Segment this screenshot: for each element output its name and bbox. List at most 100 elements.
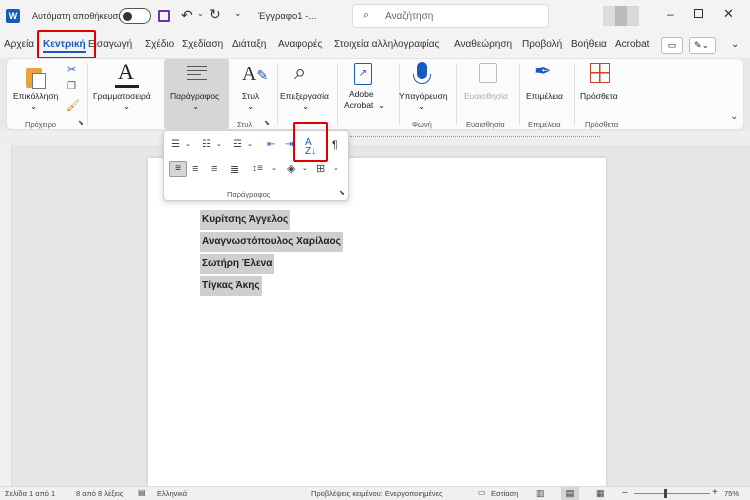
autosave-toggle[interactable]: [119, 8, 151, 24]
undo-dropdown-icon[interactable]: ⌄: [197, 9, 204, 18]
customize-qat-icon[interactable]: ⌄: [234, 8, 242, 19]
undo-icon[interactable]: ↶: [181, 7, 193, 24]
font-button[interactable]: Γραμματοσειρά: [93, 91, 151, 101]
magnifier-icon[interactable]: ⌕: [294, 59, 306, 85]
font-icon[interactable]: A: [115, 61, 137, 87]
borders-icon[interactable]: ⊞: [316, 162, 325, 175]
zoom-in-icon[interactable]: +: [712, 487, 718, 498]
bullets-dropdown-icon[interactable]: ⌄: [185, 140, 191, 148]
format-painter-icon[interactable]: 🖌: [66, 99, 80, 112]
clipboard-group-label: Πρόχειρο: [25, 120, 57, 129]
paste-button[interactable]: Επικόλληση: [13, 91, 58, 101]
decrease-indent-icon[interactable]: ⇤: [267, 139, 275, 150]
paragraph-launcher-icon[interactable]: ⬊: [339, 189, 345, 197]
justify-icon[interactable]: ≣: [230, 163, 239, 176]
editor-button[interactable]: Επιμέλεια: [526, 91, 563, 101]
tab-review[interactable]: Αναθεώρηση: [454, 39, 512, 50]
adobe-dropdown-icon[interactable]: ⌄: [378, 100, 385, 111]
shading-dropdown-icon[interactable]: ⌄: [302, 164, 308, 172]
dictate-dropdown-icon[interactable]: ⌄: [418, 101, 425, 112]
zoom-slider[interactable]: [634, 489, 710, 498]
editing-button[interactable]: Επεξεργασία: [280, 91, 329, 101]
page-count[interactable]: Σελίδα 1 από 1: [5, 489, 55, 498]
web-layout-icon[interactable]: ▦: [596, 488, 605, 499]
selected-line-1[interactable]: Κυρίτσης Άγγελος: [200, 210, 291, 230]
dictate-button[interactable]: Υπαγόρευση: [399, 91, 448, 101]
zoom-level[interactable]: 75%: [724, 489, 739, 498]
document-page[interactable]: [148, 158, 606, 498]
bullets-icon[interactable]: ☰: [171, 139, 180, 150]
language[interactable]: Ελληνικά: [157, 489, 187, 498]
adobe-acrobat-icon[interactable]: ↗: [354, 63, 372, 85]
align-center-icon[interactable]: ≡: [192, 163, 198, 175]
tab-references[interactable]: Αναφορές: [278, 39, 322, 50]
maximize-icon[interactable]: [694, 9, 703, 18]
multilevel-dropdown-icon[interactable]: ⌄: [247, 140, 253, 148]
tab-acrobat[interactable]: Acrobat: [615, 39, 649, 50]
tab-file[interactable]: Αρχεία: [4, 39, 34, 50]
minimize-icon[interactable]: –: [667, 7, 674, 21]
borders-dropdown-icon[interactable]: ⌄: [333, 164, 339, 172]
text-predictions[interactable]: Προβλέψεις κειμένου: Ενεργοποιημένες: [311, 489, 443, 498]
cut-icon[interactable]: ✂: [67, 63, 76, 76]
zoom-out-icon[interactable]: –: [622, 487, 628, 498]
word-count[interactable]: 8 από 8 λέξεις: [76, 489, 123, 498]
tab-mailings[interactable]: Στοιχεία αλληλογραφίας: [334, 39, 439, 50]
styles-dropdown-icon[interactable]: ⌄: [247, 101, 254, 112]
paragraph-dropdown-icon[interactable]: ⌄: [192, 101, 199, 112]
ribbon-expand-icon[interactable]: ⌄: [730, 111, 738, 122]
print-layout-button[interactable]: ▤: [561, 487, 579, 500]
adobe-button-line1[interactable]: Adobe: [349, 89, 374, 99]
read-mode-icon[interactable]: ▥: [536, 488, 545, 499]
paste-dropdown-icon[interactable]: ⌄: [30, 101, 37, 112]
editing-mode-button[interactable]: ✎⌄: [689, 37, 716, 54]
editing-dropdown-icon[interactable]: ⌄: [302, 101, 309, 112]
comments-button[interactable]: ▭: [661, 37, 683, 54]
align-left-button[interactable]: ≡: [169, 161, 187, 177]
font-dropdown-icon[interactable]: ⌄: [123, 101, 130, 112]
highlight-box-sort: [293, 122, 328, 162]
focus-icon[interactable]: ▭: [478, 488, 486, 497]
numbering-icon[interactable]: ☷: [202, 139, 211, 150]
line-spacing-dropdown-icon[interactable]: ⌄: [271, 164, 277, 172]
ribbon-collapse-icon[interactable]: ⌄: [731, 39, 739, 50]
editor-icon[interactable]: ✒: [534, 59, 552, 84]
multilevel-list-icon[interactable]: ☲: [233, 139, 242, 150]
tab-layout[interactable]: Διάταξη: [232, 39, 266, 50]
styles-button[interactable]: Στυλ: [242, 91, 259, 101]
adobe-button-line2[interactable]: Acrobat: [344, 100, 373, 110]
sensitivity-icon[interactable]: [479, 63, 497, 83]
selected-line-3[interactable]: Σωτήρη Έλενα: [200, 254, 275, 274]
save-icon[interactable]: [158, 10, 170, 22]
line-spacing-icon[interactable]: ↕≡: [252, 163, 263, 174]
show-formatting-icon[interactable]: ¶: [332, 139, 338, 151]
document-title[interactable]: Έγγραφο1 -...: [258, 11, 316, 22]
clipboard-launcher-icon[interactable]: ⬊: [78, 119, 84, 127]
tab-design[interactable]: Σχέδιο: [145, 39, 174, 50]
close-icon[interactable]: ✕: [723, 6, 734, 22]
align-right-icon[interactable]: ≡: [211, 163, 217, 175]
paragraph-button[interactable]: Παράγραφος: [170, 91, 219, 101]
addins-icon[interactable]: [590, 63, 610, 83]
separator: [574, 63, 575, 125]
tab-draw[interactable]: Σχεδίαση: [182, 39, 223, 50]
user-avatar[interactable]: [603, 6, 639, 26]
redo-icon[interactable]: ↻: [209, 6, 221, 23]
sensitivity-button[interactable]: Ευαισθησία: [464, 91, 508, 101]
selected-line-2[interactable]: Αναγνωστόπουλος Χαρίλαος: [200, 232, 343, 252]
focus-button[interactable]: Εστίαση: [491, 489, 518, 498]
word-logo-icon: W: [6, 9, 20, 23]
copy-icon[interactable]: ❐: [67, 81, 76, 92]
selected-line-4[interactable]: Τίγκας Άκης: [200, 276, 262, 296]
proofing-icon[interactable]: ▤: [138, 488, 146, 497]
addins-button[interactable]: Πρόσθετα: [580, 91, 618, 101]
tab-help[interactable]: Βοήθεια: [571, 39, 607, 50]
search-box[interactable]: ⌕ Αναζήτηση: [352, 4, 549, 28]
shading-icon[interactable]: ◈: [287, 162, 295, 175]
tab-view[interactable]: Προβολή: [522, 39, 562, 50]
styles-icon[interactable]: A✎: [242, 63, 268, 86]
highlight-box-home: [37, 30, 96, 59]
paste-icon[interactable]: [26, 65, 46, 89]
styles-launcher-icon[interactable]: ⬊: [264, 119, 270, 127]
numbering-dropdown-icon[interactable]: ⌄: [216, 140, 222, 148]
